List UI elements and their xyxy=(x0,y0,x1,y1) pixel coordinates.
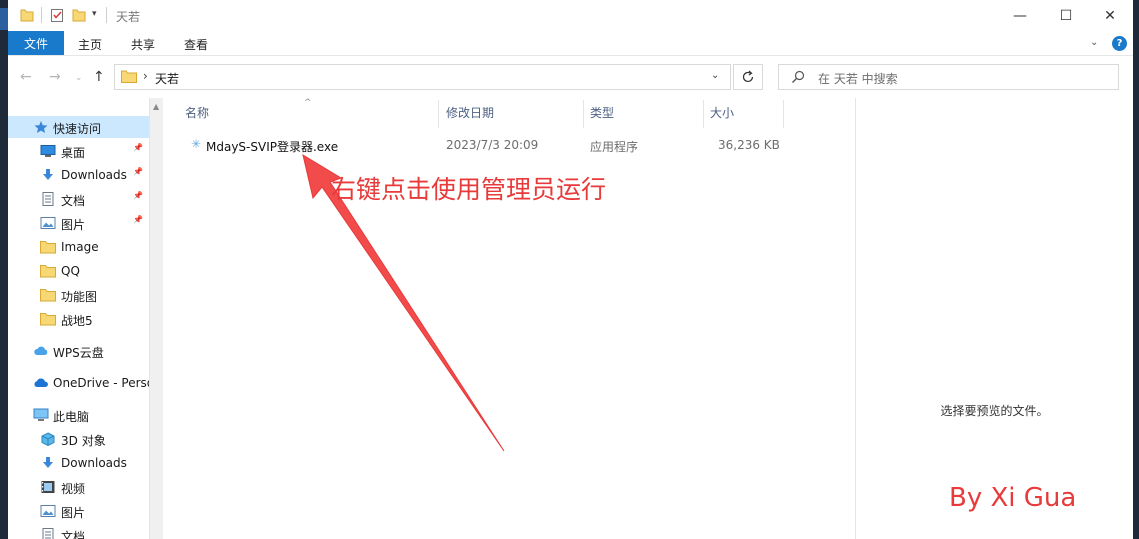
annotation-text: 右键点击使用管理员运行 xyxy=(331,175,607,204)
annotation-arrow xyxy=(302,153,505,452)
watermark: By Xi Gua xyxy=(949,483,1077,513)
